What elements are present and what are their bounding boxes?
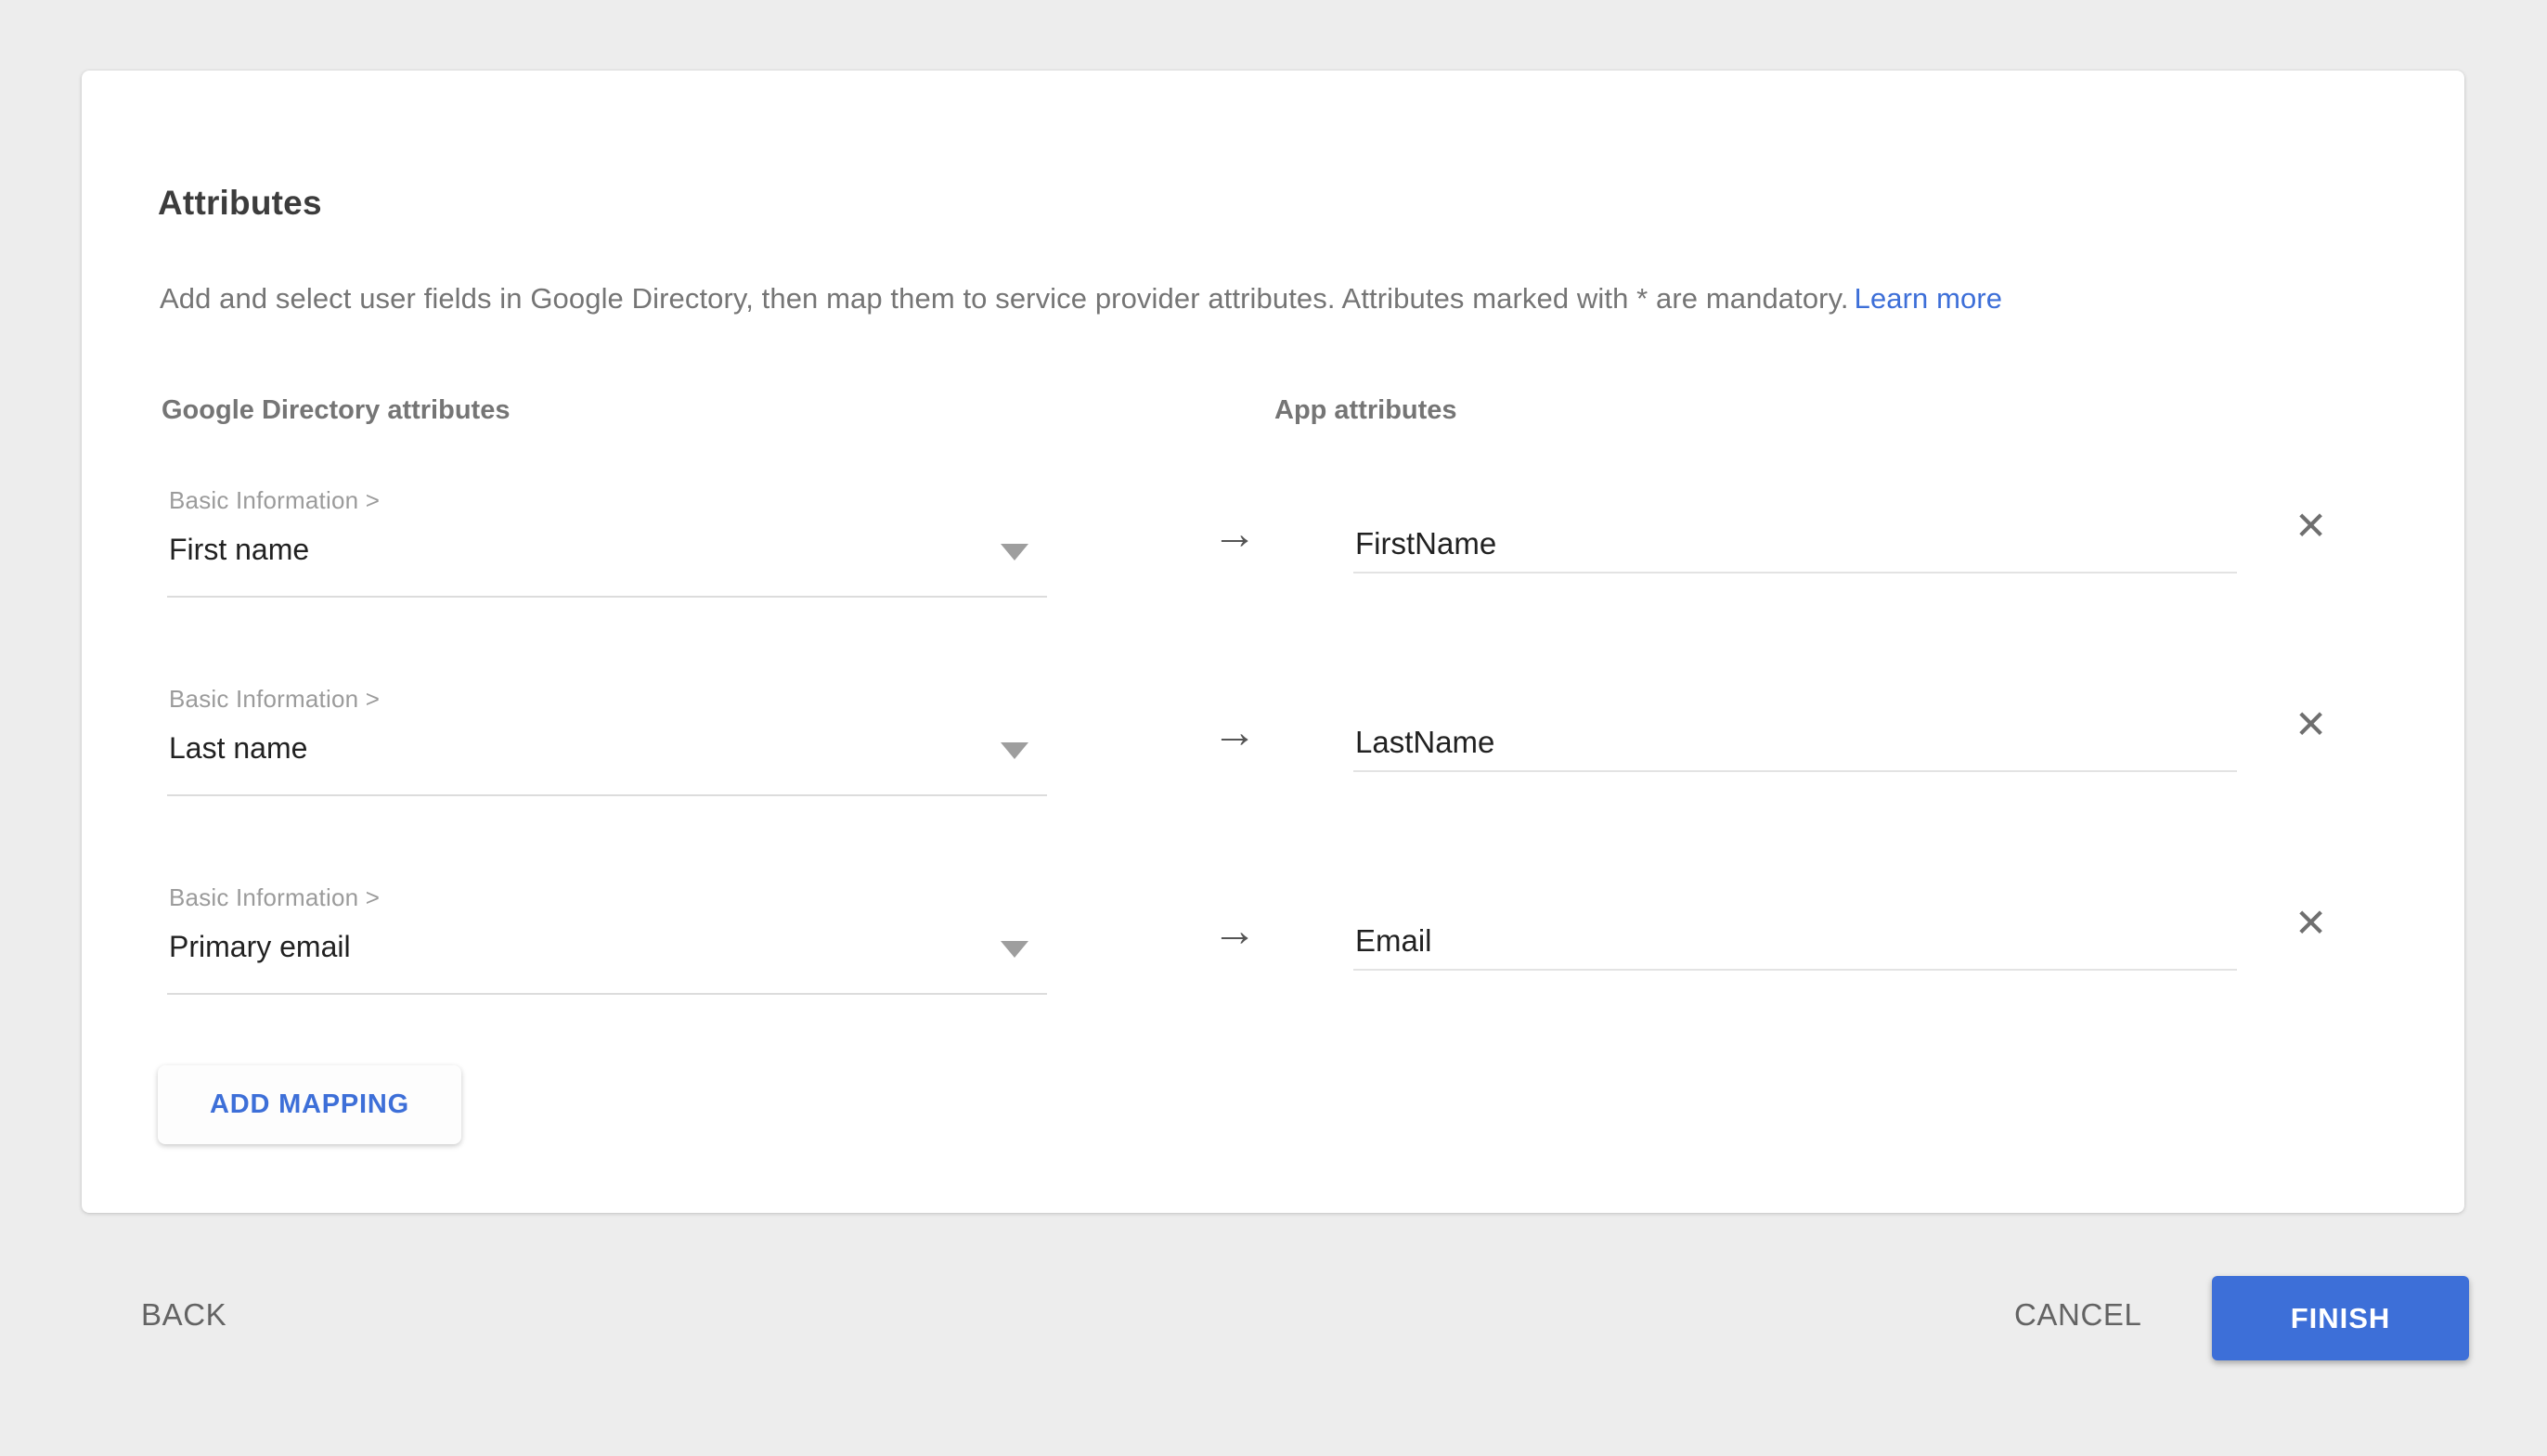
mapping-row: Basic Information > Last name → ✕ <box>167 685 2395 883</box>
directory-attribute-select[interactable]: Primary email <box>167 921 1047 995</box>
cancel-button[interactable]: CANCEL <box>2014 1297 2141 1333</box>
directory-attribute-value: Last name <box>169 731 307 766</box>
chevron-down-icon <box>1001 742 1028 759</box>
app-attribute-input[interactable] <box>1353 898 2237 971</box>
directory-attribute-select[interactable]: Last name <box>167 722 1047 796</box>
description-text: Add and select user fields in Google Dir… <box>160 282 1849 315</box>
remove-mapping-button[interactable]: ✕ <box>2291 900 2331 947</box>
attributes-card: Attributes Add and select user fields in… <box>82 71 2464 1213</box>
arrow-right-icon: → <box>1212 707 1257 758</box>
arrow-right-icon: → <box>1212 509 1257 560</box>
back-button[interactable]: BACK <box>141 1297 226 1333</box>
remove-mapping-button[interactable]: ✕ <box>2291 503 2331 549</box>
mapping-row: Basic Information > First name → ✕ <box>167 486 2395 685</box>
attribute-category-label: Basic Information > <box>169 486 380 515</box>
directory-attribute-value: Primary email <box>169 930 351 964</box>
remove-mapping-button[interactable]: ✕ <box>2291 702 2331 748</box>
close-icon: ✕ <box>2295 504 2327 548</box>
add-mapping-button[interactable]: ADD MAPPING <box>158 1065 461 1144</box>
chevron-down-icon <box>1001 941 1028 958</box>
directory-attributes-header: Google Directory attributes <box>162 395 510 426</box>
directory-attribute-select[interactable]: First name <box>167 523 1047 598</box>
chevron-down-icon <box>1001 544 1028 560</box>
arrow-right-icon: → <box>1212 906 1257 957</box>
app-attribute-input[interactable] <box>1353 700 2237 772</box>
close-icon: ✕ <box>2295 901 2327 945</box>
close-icon: ✕ <box>2295 702 2327 746</box>
page-title: Attributes <box>158 184 322 223</box>
learn-more-link[interactable]: Learn more <box>1855 282 2003 315</box>
finish-button[interactable]: FINISH <box>2212 1276 2469 1360</box>
attribute-category-label: Basic Information > <box>169 685 380 714</box>
directory-attribute-value: First name <box>169 533 309 567</box>
mapping-row: Basic Information > Primary email → ✕ <box>167 883 2395 1082</box>
page-description: Add and select user fields in Google Dir… <box>160 282 2424 316</box>
attribute-category-label: Basic Information > <box>169 883 380 912</box>
app-attribute-input[interactable] <box>1353 501 2237 573</box>
app-attributes-header: App attributes <box>1274 395 1457 426</box>
